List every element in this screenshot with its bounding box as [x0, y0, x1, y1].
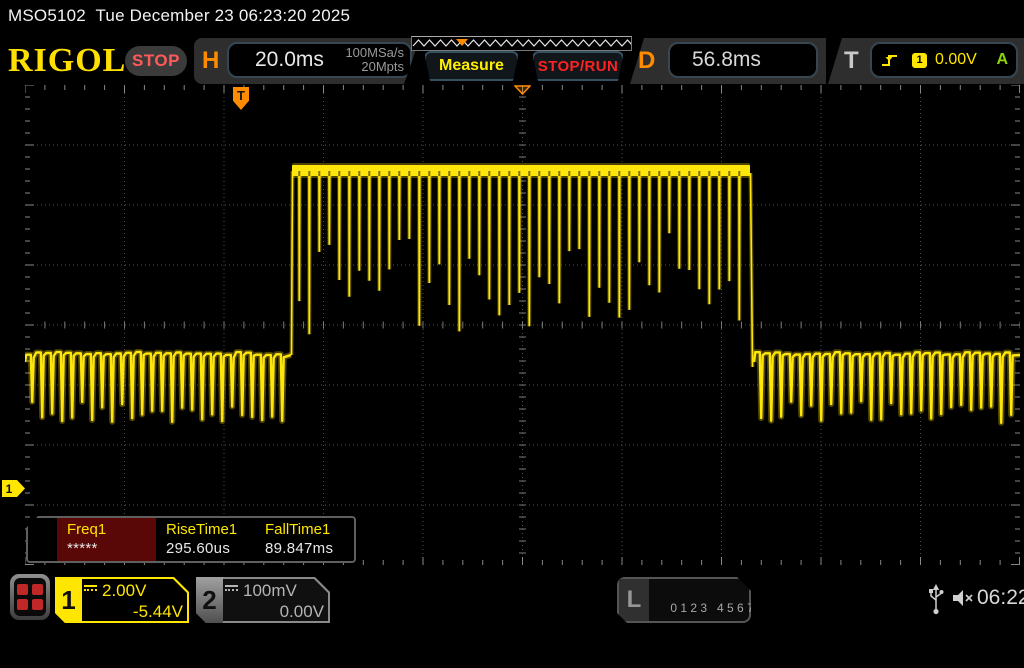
measure-button[interactable]: Measure	[424, 51, 519, 81]
menu-grid-icon[interactable]	[10, 574, 50, 620]
channel-1-ground-label: 1	[6, 482, 13, 496]
sample-rate: 100MSa/s	[345, 45, 404, 60]
channel-1-number: 1	[55, 577, 82, 623]
delay-value[interactable]: 56.8ms	[692, 48, 761, 72]
model-and-datetime: MSO5102 Tue December 23 06:23:20 2025	[8, 6, 350, 26]
measurement-value: 295.60us	[166, 540, 255, 557]
logic-channels-block[interactable]: L 0 1 2 3 4 5 6 7 8 9 10 11 12 13 14 15	[617, 577, 751, 623]
measurement-label: Freq1	[67, 521, 156, 538]
overview-zigzag-icon	[412, 37, 631, 50]
channel-2-offset: 0.00V	[225, 602, 324, 622]
horizontal-settings-group[interactable]: H 20.0ms 100MSa/s 20Mpts	[194, 38, 420, 84]
speaker-muted-icon	[951, 588, 975, 608]
trigger-settings-group[interactable]: T 1 0.00V A	[828, 38, 1024, 84]
logic-row-1: 0 1 2 3 4 5 6 7	[670, 601, 753, 615]
measurement-falltime[interactable]: FallTime1 89.847ms	[255, 518, 354, 561]
rigol-logo: RIGOL	[8, 42, 126, 80]
dc-coupling-icon	[84, 585, 97, 596]
measurement-value: 89.847ms	[265, 540, 354, 557]
trigger-sweep-mode[interactable]: A	[996, 51, 1008, 69]
measurement-label: RiseTime1	[166, 521, 255, 538]
timebase-value[interactable]: 20.0ms	[255, 48, 324, 72]
horizontal-label: H	[202, 47, 219, 75]
channel-2-number: 2	[196, 577, 223, 623]
horizontal-center-marker-icon[interactable]	[514, 85, 531, 95]
stop-run-button[interactable]: STOP/RUN	[532, 51, 624, 81]
measurement-value: *****	[67, 540, 156, 557]
waveform-overview-strip[interactable]	[411, 36, 632, 51]
channel-1-status-block[interactable]: 1 2.00V -5.44V	[55, 577, 189, 623]
waveform-display[interactable]	[25, 85, 1020, 565]
rising-edge-trigger-icon	[880, 52, 900, 68]
measurement-panel[interactable]: Freq1 ***** RiseTime1 295.60us FallTime1…	[26, 516, 356, 563]
channel-1-scale: 2.00V	[102, 581, 146, 601]
trigger-level-value[interactable]: 0.00V	[935, 51, 977, 69]
trigger-source-badge[interactable]: 1	[912, 53, 927, 68]
measurement-label: FallTime1	[265, 521, 354, 538]
channel-1-offset: -5.44V	[84, 602, 183, 622]
trigger-label: T	[844, 47, 859, 75]
memory-depth: 20Mpts	[361, 59, 404, 74]
delay-settings-group[interactable]: D 56.8ms	[630, 38, 826, 84]
measurement-risetime[interactable]: RiseTime1 295.60us	[156, 518, 255, 561]
clock: 06:22	[977, 586, 1024, 610]
delay-label: D	[638, 47, 655, 75]
logic-row-2: 8 9 10 11 12 13 14 15	[670, 635, 786, 649]
channel-1-ground-marker[interactable]: 1	[2, 480, 26, 497]
usb-icon	[928, 584, 944, 616]
measurement-freq[interactable]: Freq1 *****	[57, 518, 156, 561]
channel-2-status-block[interactable]: 2 100mV 0.00V	[196, 577, 330, 623]
channel-2-scale: 100mV	[243, 581, 297, 601]
acquisition-state-badge: STOP	[125, 46, 187, 76]
logic-label: L	[619, 579, 649, 621]
dc-coupling-icon	[225, 585, 238, 596]
